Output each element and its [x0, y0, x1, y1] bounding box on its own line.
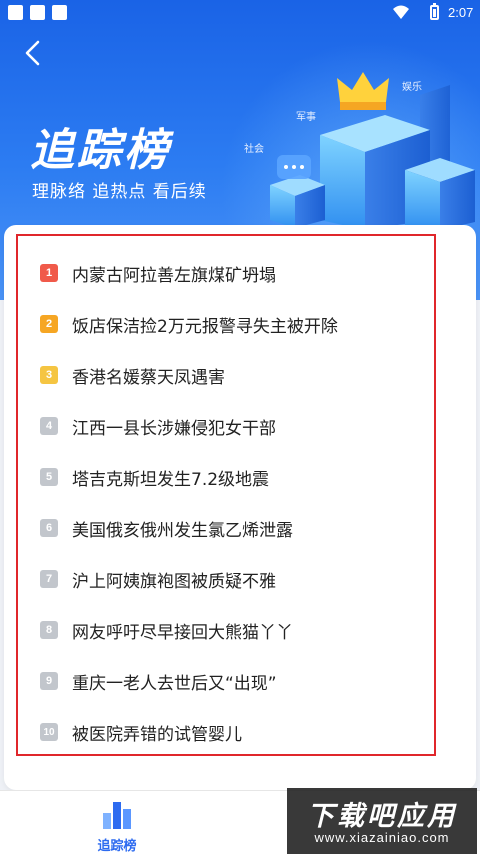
list-item-title: 塔吉克斯坦发生7.2级地震: [72, 469, 270, 490]
tag-entertainment: 娱乐: [402, 82, 422, 93]
rank-badge: 6: [40, 519, 58, 537]
crown-icon: [337, 72, 389, 110]
list-item[interactable]: 6 美国俄亥俄州发生氯乙烯泄露: [40, 513, 420, 543]
list-item-title: 美国俄亥俄州发生氯乙烯泄露: [72, 520, 293, 541]
list-item-title: 香港名媛蔡天凤遇害: [72, 367, 225, 388]
page-subtitle: 理脉络 追热点 看后续: [32, 182, 207, 202]
watermark-url: www.xiazainiao.com: [314, 830, 450, 845]
list-item[interactable]: 1 内蒙古阿拉善左旗煤矿坍塌: [40, 258, 420, 288]
chat-bubble-icon: [277, 155, 311, 179]
list-item-title: 重庆一老人去世后又“出现”: [72, 673, 277, 694]
rank-badge: 2: [40, 315, 58, 333]
rank-badge: 3: [40, 366, 58, 384]
rank-badge: 5: [40, 468, 58, 486]
rank-badge: 1: [40, 264, 58, 282]
ranking-illustration: [270, 72, 475, 230]
list-item[interactable]: 8 网友呼吁尽早接回大熊猫丫丫: [40, 615, 420, 645]
list-item[interactable]: 10 被医院弄错的试管婴儿: [40, 717, 420, 747]
wifi-icon: [393, 5, 409, 19]
rank-badge: 7: [40, 570, 58, 588]
tag-military: 军事: [296, 112, 316, 123]
rank-badge: 8: [40, 621, 58, 639]
list-item[interactable]: 5 塔吉克斯坦发生7.2级地震: [40, 462, 420, 492]
watermark: 下载吧应用 www.xiazainiao.com: [287, 788, 477, 854]
watermark-title: 下载吧应用: [307, 801, 457, 832]
tab-tracking-list[interactable]: 追踪榜: [84, 795, 150, 854]
list-item[interactable]: 2 饭店保洁捡2万元报警寻失主被开除: [40, 309, 420, 339]
battery-icon: [430, 3, 439, 20]
list-item-title: 网友呼吁尽早接回大熊猫丫丫: [72, 622, 293, 643]
list-item-title: 江西一县长涉嫌侵犯女干部: [72, 418, 276, 439]
status-time: 2:07: [448, 5, 474, 20]
list-item-title: 被医院弄错的试管婴儿: [72, 724, 242, 745]
chevron-left-icon: [25, 40, 40, 66]
status-bar: 2:07: [0, 0, 480, 26]
list-item-title: 内蒙古阿拉善左旗煤矿坍塌: [72, 265, 276, 286]
rank-badge: 9: [40, 672, 58, 690]
tag-society: 社会: [244, 144, 264, 155]
bar-chart-icon: [103, 802, 131, 829]
page-title: 追踪榜: [30, 125, 171, 176]
list-item[interactable]: 9 重庆一老人去世后又“出现”: [40, 666, 420, 696]
list-item-title: 饭店保洁捡2万元报警寻失主被开除: [72, 316, 338, 337]
tab-label: 追踪榜: [97, 839, 137, 854]
notification-icon: [52, 5, 67, 20]
list-item[interactable]: 4 江西一县长涉嫌侵犯女干部: [40, 411, 420, 441]
rank-badge: 4: [40, 417, 58, 435]
list-item[interactable]: 3 香港名媛蔡天凤遇害: [40, 360, 420, 390]
list-item-title: 沪上阿姨旗袍图被质疑不雅: [72, 571, 276, 592]
notification-icon: [8, 5, 23, 20]
list-item[interactable]: 7 沪上阿姨旗袍图被质疑不雅: [40, 564, 420, 594]
back-button[interactable]: [18, 38, 48, 68]
rank-badge: 10: [40, 723, 58, 741]
notification-icon: [30, 5, 45, 20]
